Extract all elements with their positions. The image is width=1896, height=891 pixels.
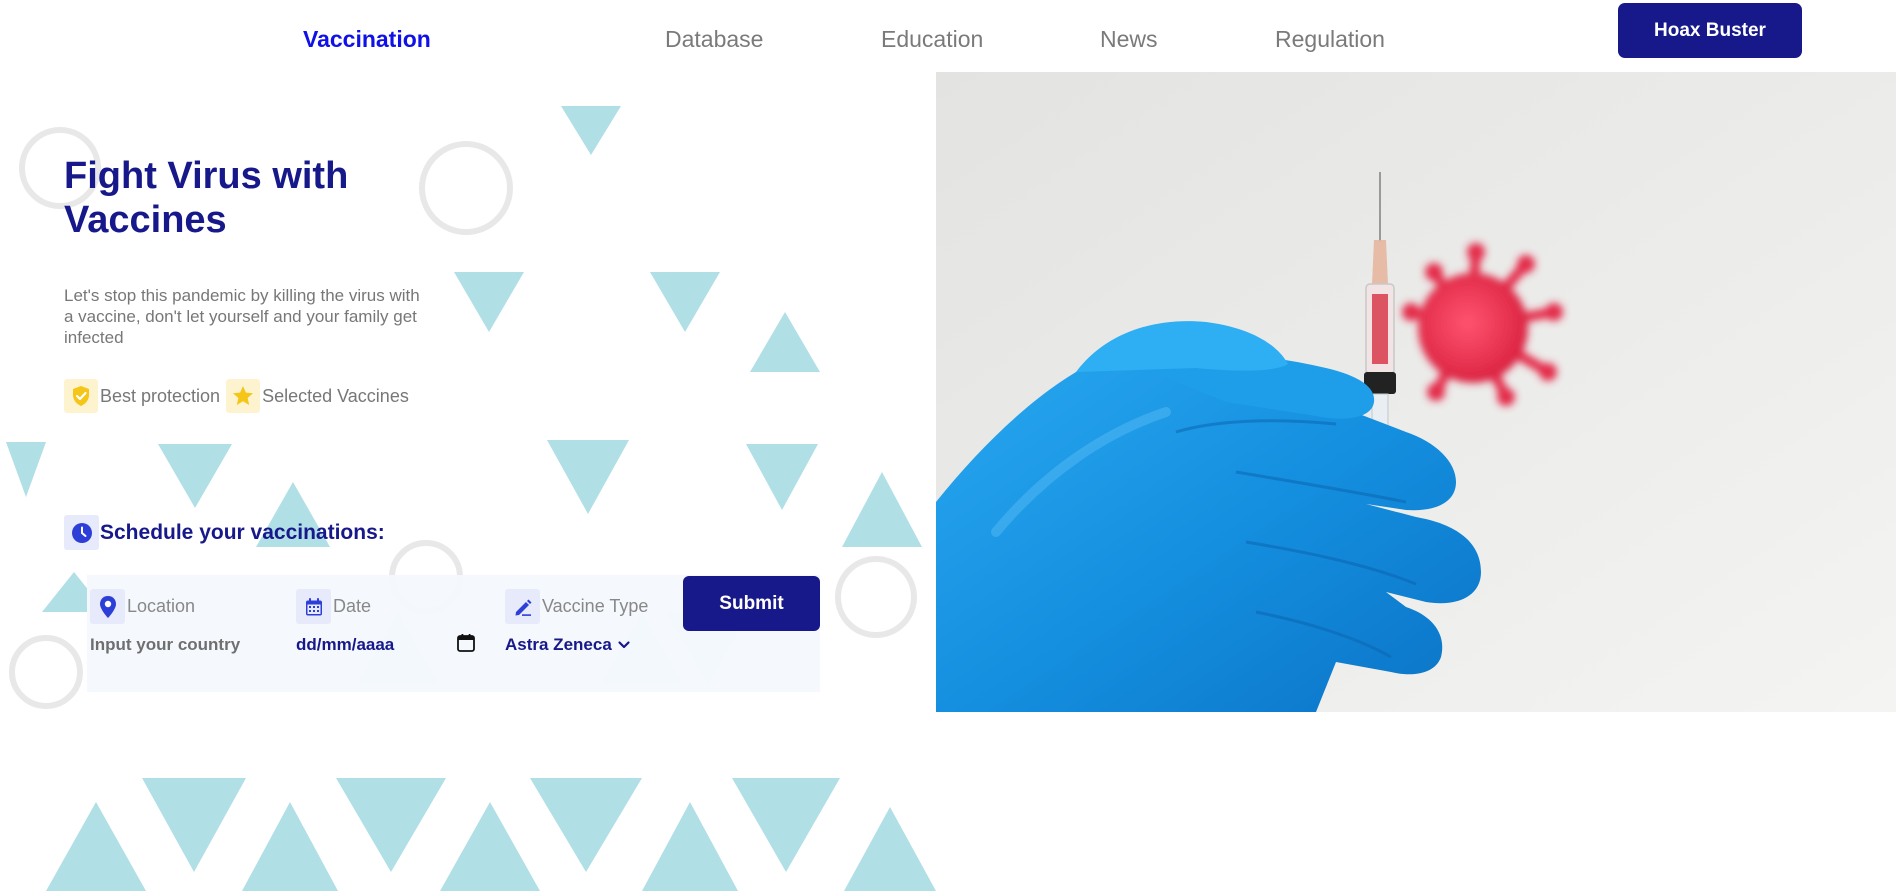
syringe-fluid (1372, 294, 1388, 364)
date-label: Date (333, 596, 372, 616)
date-field: Date (296, 589, 371, 624)
hoax-buster-button[interactable]: Hoax Buster (1618, 3, 1802, 58)
page: Vaccination Database Education News Regu… (0, 0, 1896, 891)
pen-icon (505, 589, 540, 624)
schedule-title: Schedule your vaccinations: (100, 520, 385, 544)
feature-selected-vaccines: Selected Vaccines (226, 379, 409, 413)
feature-list: Best protection Selected Vaccines (64, 379, 415, 413)
location-input[interactable] (90, 635, 260, 655)
location-field: Location (90, 589, 195, 624)
calendar-icon (296, 589, 331, 624)
nav-link-regulation[interactable]: Regulation (1275, 26, 1385, 53)
shield-check-icon (64, 379, 98, 413)
clock-icon (64, 515, 99, 550)
submit-button[interactable]: Submit (683, 576, 820, 631)
star-icon (226, 379, 261, 413)
vaccine-type-select[interactable]: Astra Zeneca (505, 635, 632, 655)
hero-image-vaccine-syringe (936, 72, 1896, 712)
date-value: dd/mm/aaaa (296, 635, 395, 654)
nav-link-news[interactable]: News (1100, 26, 1158, 53)
hero-description: Let's stop this pandemic by killing the … (64, 286, 420, 347)
nav-link-education[interactable]: Education (881, 26, 983, 53)
date-field-head: Date (296, 589, 371, 624)
hero-title: Fight Virus with Vaccines (64, 155, 349, 241)
date-input[interactable]: dd/mm/aaaa (296, 633, 486, 658)
schedule-heading: Schedule your vaccinations: (64, 515, 385, 550)
vaccine-field: Vaccine Type (505, 589, 648, 624)
feature-label: Best protection (100, 385, 221, 406)
location-pin-icon (90, 589, 125, 624)
feature-label: Selected Vaccines (262, 385, 409, 406)
chevron-down-icon (618, 641, 630, 649)
vaccine-selected-value: Astra Zeneca (505, 635, 612, 654)
location-label: Location (127, 596, 196, 616)
nav-link-database[interactable]: Database (665, 26, 763, 53)
vaccine-type-label: Vaccine Type (542, 596, 649, 616)
needle-cap (1372, 240, 1388, 284)
nav-brand-vaccination[interactable]: Vaccination (303, 26, 431, 53)
schedule-form: Location Date (87, 575, 820, 692)
location-field-head: Location (90, 589, 195, 624)
feature-best-protection: Best protection (64, 379, 220, 413)
top-nav: Vaccination Database Education News Regu… (0, 0, 1896, 72)
vaccine-field-head: Vaccine Type (505, 589, 648, 624)
calendar-picker-icon[interactable] (456, 633, 476, 658)
